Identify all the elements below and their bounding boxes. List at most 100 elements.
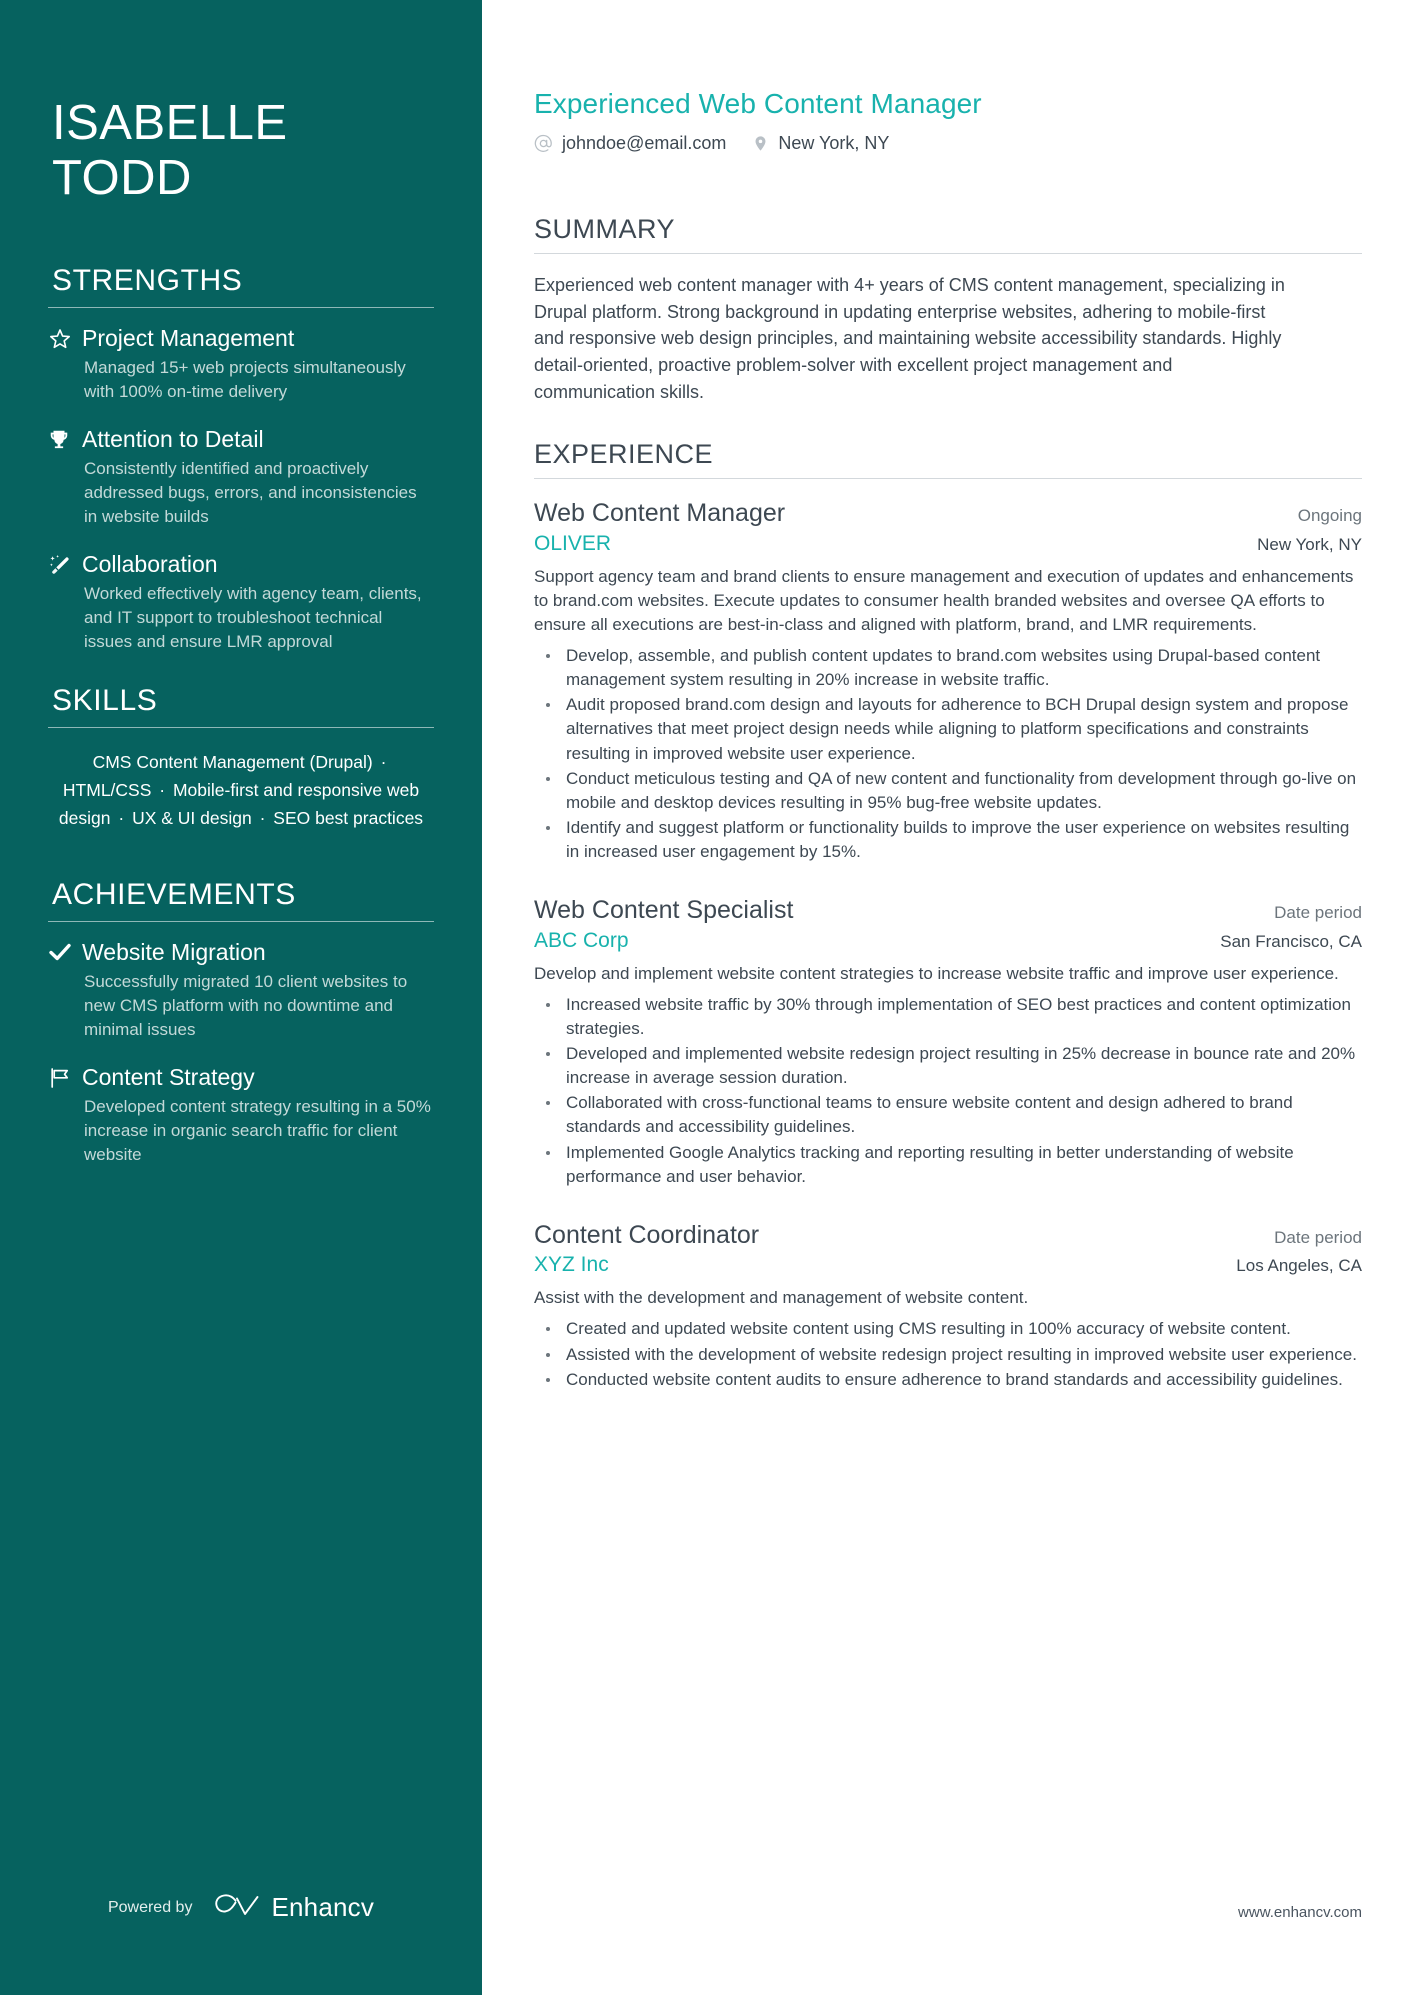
powered-by-label: Powered by xyxy=(107,1898,193,1916)
strength-title: Collaboration xyxy=(82,550,218,577)
skills-list: CMS Content Management (Drupal) · HTML/C… xyxy=(48,744,434,832)
skill-item: SEO best practices xyxy=(273,808,424,828)
skills-heading: SKILLS xyxy=(52,684,158,717)
job-bullet: Develop, assemble, and publish content u… xyxy=(534,644,1362,692)
achievements-heading: ACHIEVEMENTS xyxy=(52,878,296,911)
enhancv-infinity-icon xyxy=(214,1892,260,1923)
experience-entry-subheader: ABC Corp San Francisco, CA xyxy=(534,929,1362,953)
job-bullet: Collaborated with cross-functional teams… xyxy=(534,1091,1362,1139)
strength-item-attention-to-detail: Attention to Detail Consistently identif… xyxy=(48,425,434,529)
strength-title: Attention to Detail xyxy=(82,425,264,452)
job-bullet-list: Created and updated website content usin… xyxy=(534,1317,1362,1391)
skill-separator: · xyxy=(113,808,130,828)
magic-wand-icon xyxy=(48,550,82,577)
experience-entry: Web Content Manager Ongoing OLIVER New York… xyxy=(534,497,1362,864)
strength-description: Consistently identified and proactively … xyxy=(84,458,417,526)
job-location: Los Angeles, CA xyxy=(1236,1256,1362,1276)
job-headline: Experienced Web Content Manager xyxy=(534,88,982,119)
job-title: Web Content Specialist xyxy=(534,896,794,925)
strength-description: Managed 15+ web projects simultaneously … xyxy=(84,357,406,401)
job-location: New York, NY xyxy=(1257,534,1362,554)
job-date: Ongoing xyxy=(1297,506,1362,526)
candidate-name: ISABELLE TODD xyxy=(52,96,288,205)
contact-email[interactable]: johndoe@email.com xyxy=(534,133,726,154)
strength-item-collaboration: Collaboration Worked effectively with ag… xyxy=(48,550,434,654)
job-bullet: Assisted with the development of website… xyxy=(534,1343,1362,1367)
experience-divider xyxy=(534,478,1362,480)
experience-entry-subheader: XYZ Inc Los Angeles, CA xyxy=(534,1253,1362,1277)
job-bullet: Created and updated website content usin… xyxy=(534,1317,1362,1341)
contact-email-value: johndoe@email.com xyxy=(562,133,727,153)
skills-section: SKILLS CMS Content Management (Drupal) ·… xyxy=(48,684,434,832)
check-icon xyxy=(48,938,82,963)
experience-section: EXPERIENCE Web Content Manager Ongoing OLI… xyxy=(534,439,1362,1392)
skill-separator: · xyxy=(375,752,387,772)
achievement-title: Website Migration xyxy=(82,939,266,965)
job-bullet: Identify and suggest platform or functio… xyxy=(534,816,1362,864)
skill-separator: · xyxy=(154,780,170,800)
job-bullet: Conduct meticulous testing and QA of new… xyxy=(534,767,1362,815)
job-location: San Francisco, CA xyxy=(1220,931,1362,951)
experience-heading: EXPERIENCE xyxy=(534,439,714,470)
strength-title: Project Management xyxy=(82,324,295,351)
experience-entry-header: Web Content Manager Ongoing xyxy=(534,497,1362,530)
skills-divider xyxy=(48,727,434,728)
job-company: ABC Corp xyxy=(534,928,629,952)
strengths-heading: STRENGTHS xyxy=(52,263,243,297)
job-description: Develop and implement website content st… xyxy=(534,963,1339,983)
flag-icon xyxy=(48,1063,82,1090)
summary-heading: SUMMARY xyxy=(534,214,676,244)
map-pin-icon xyxy=(752,134,769,153)
resume-page: ISABELLE TODD STRENGTHS Project Manageme… xyxy=(0,0,1410,1995)
achievement-description: Developed content strategy resulting in … xyxy=(84,1096,431,1165)
job-bullet: Audit proposed brand.com design and layo… xyxy=(534,693,1362,765)
experience-entry-header: Content Coordinator Date period xyxy=(534,1219,1362,1252)
strengths-section: STRENGTHS Project Management Managed 15+… xyxy=(48,264,434,654)
enhancv-logo: Enhancv xyxy=(214,1892,374,1923)
job-description: Support agency team and brand clients to… xyxy=(534,566,1354,634)
job-bullet-list: Develop, assemble, and publish content u… xyxy=(534,644,1362,864)
contact-row: johndoe@email.com New York, NY xyxy=(534,133,1362,154)
strength-item-project-management: Project Management Managed 15+ web proje… xyxy=(48,324,434,404)
summary-divider xyxy=(534,253,1362,254)
job-date: Date period xyxy=(1274,1227,1362,1247)
experience-entry-subheader: OLIVER New York, NY xyxy=(534,532,1362,556)
sidebar-footer: Powered by Enhancv xyxy=(0,1892,482,1923)
achievement-title: Content Strategy xyxy=(82,1064,255,1091)
job-company: XYZ Inc xyxy=(534,1253,609,1277)
contact-location-value: New York, NY xyxy=(778,133,890,153)
job-bullet: Conducted website content audits to ensu… xyxy=(534,1368,1362,1392)
at-icon xyxy=(534,134,553,153)
achievement-item-website-migration: Website Migration Successfully migrated … xyxy=(48,938,434,1042)
experience-entry: Web Content Specialist Date period ABC Cor… xyxy=(534,894,1362,1189)
enhancv-wordmark: Enhancv xyxy=(271,1892,375,1922)
job-description: Assist with the development and manageme… xyxy=(534,1288,1029,1308)
skill-item: UX & UI design xyxy=(132,808,252,828)
job-bullet: Increased website traffic by 30% through… xyxy=(534,993,1362,1041)
strengths-divider xyxy=(48,306,434,308)
achievement-item-content-strategy: Content Strategy Developed content strat… xyxy=(48,1063,434,1167)
job-bullet: Developed and implemented website redesi… xyxy=(534,1042,1362,1090)
star-icon xyxy=(48,324,82,351)
main-content: Experienced Web Content Manager johndoe@… xyxy=(482,0,1410,1995)
experience-entry: Content Coordinator Date period XYZ Inc Los… xyxy=(534,1219,1362,1392)
strength-description: Worked effectively with agency team, cli… xyxy=(84,583,422,651)
job-date: Date period xyxy=(1274,903,1362,923)
summary-text: Experienced web content manager with 4+ … xyxy=(534,275,1285,402)
website-footer: www.enhancv.com xyxy=(1238,1904,1362,1921)
experience-list: Web Content Manager Ongoing OLIVER New York… xyxy=(534,497,1362,1392)
job-title: Content Coordinator xyxy=(534,1220,760,1249)
skill-item: CMS Content Management (Drupal) xyxy=(92,752,373,772)
achievement-description: Successfully migrated 10 client websites… xyxy=(84,971,408,1039)
job-company: OLIVER xyxy=(534,531,612,555)
job-title: Web Content Manager xyxy=(534,499,786,528)
experience-entry-header: Web Content Specialist Date period xyxy=(534,894,1362,927)
summary-section: SUMMARY Experienced web content manager … xyxy=(534,214,1362,405)
trophy-icon xyxy=(48,425,82,450)
contact-location: New York, NY xyxy=(752,133,889,154)
achievements-divider xyxy=(48,921,434,922)
sidebar: ISABELLE TODD STRENGTHS Project Manageme… xyxy=(0,0,482,1995)
achievements-section: ACHIEVEMENTS Website Migration Successfu… xyxy=(48,878,434,1167)
skill-separator: · xyxy=(254,808,271,828)
job-bullet: Implemented Google Analytics tracking an… xyxy=(534,1141,1362,1189)
